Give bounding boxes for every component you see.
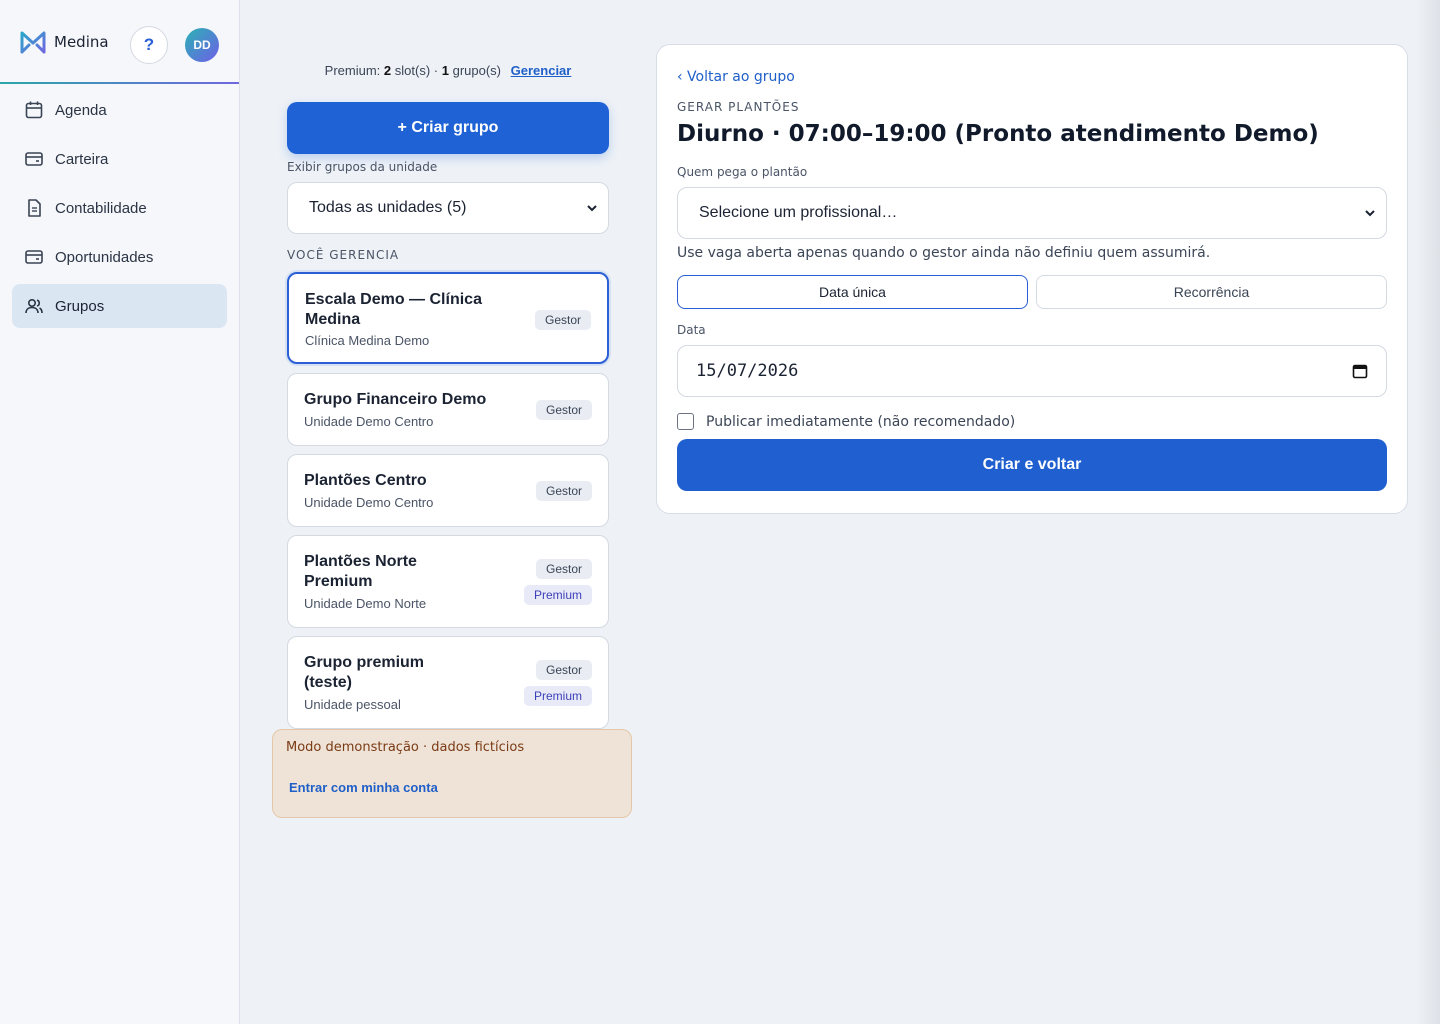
group-card[interactable]: Plantões Centro Unidade Demo Centro Gest… [287, 454, 609, 527]
group-subtitle: Unidade Demo Norte [304, 596, 427, 611]
create-and-return-button[interactable]: Criar e voltar [677, 439, 1387, 491]
sidebar-item-carteira[interactable]: Carteira [12, 137, 227, 181]
generate-shifts-form: ‹ Voltar ao grupo GERAR PLANTÕES Diurno … [656, 44, 1408, 514]
back-to-group-link[interactable]: ‹ Voltar ao grupo [677, 69, 795, 85]
role-badge: Gestor [535, 481, 592, 501]
hint-text: Use vaga aberta apenas quando o gestor a… [677, 245, 1211, 261]
slots-count: 2 [383, 63, 392, 78]
manage-link[interactable]: Gerenciar [511, 63, 572, 78]
brand-name: Medina [54, 33, 109, 51]
slots-label: slot(s) · [394, 63, 439, 78]
group-subtitle: Unidade Demo Centro [304, 414, 434, 429]
group-title: Plantões Norte Premium [304, 553, 417, 590]
unit-filter-label: Exibir grupos da unidade [287, 160, 438, 174]
role-badge: Gestor [535, 559, 592, 579]
sidebar-item-label: Carteira [55, 150, 109, 168]
sidebar-item-agenda[interactable]: Agenda [12, 88, 227, 132]
sidebar-item-label: Grupos [55, 297, 105, 315]
document-icon [28, 199, 41, 217]
section-title: VOCÊ GERENCIA [287, 248, 400, 262]
calendar-icon [25, 101, 43, 119]
professional-select[interactable]: Selecione um profissional… [677, 187, 1387, 239]
calendar-icon[interactable] [1352, 363, 1368, 379]
date-value: 15/07/2026 [696, 361, 799, 381]
avatar[interactable]: DD [185, 28, 219, 62]
premium-prefix: Premium: [324, 63, 381, 78]
premium-badge: Premium [523, 686, 592, 706]
demo-notice: Modo demonstração · dados fictícios Entr… [272, 729, 632, 818]
sidebar-item-label: Agenda [55, 101, 107, 119]
date-input[interactable]: 15/07/2026 [677, 345, 1387, 397]
premium-summary: Premium: 2 slot(s) · 1 grupo(s) Gerencia… [287, 63, 609, 78]
role-badge: Gestor [534, 310, 591, 330]
publish-row: Publicar imediatamente (não recomendado) [677, 413, 1015, 430]
professional-label: Quem pega o plantão [677, 165, 808, 179]
group-card[interactable]: Grupo Financeiro Demo Unidade Demo Centr… [287, 373, 609, 446]
sidebar-header: Medina ? DD [0, 0, 239, 84]
sidebar-nav: Agenda Carteira Contabilidade Oportunida… [0, 88, 239, 328]
scroll-shadow [1416, 0, 1440, 1024]
chevron-down-icon [1365, 210, 1375, 217]
group-subtitle: Unidade pessoal [304, 697, 401, 712]
group-card[interactable]: Escala Demo — Clínica Medina Clínica Med… [287, 272, 609, 364]
wallet-icon [25, 152, 43, 166]
publish-label: Publicar imediatamente (não recomendado) [706, 413, 1016, 430]
group-title: Plantões Centro [304, 472, 427, 489]
card-icon [25, 250, 43, 264]
publish-checkbox[interactable] [677, 413, 694, 430]
login-link[interactable]: Entrar com minha conta [289, 780, 438, 795]
mode-recurrence-tab[interactable]: Recorrência [1036, 275, 1387, 309]
group-title: Grupo Financeiro Demo [304, 391, 487, 408]
group-card[interactable]: Plantões Norte Premium Unidade Demo Nort… [287, 535, 609, 628]
role-badge: Gestor [535, 660, 592, 680]
sidebar-item-contabilidade[interactable]: Contabilidade [12, 186, 227, 230]
group-subtitle: Unidade Demo Centro [304, 495, 434, 510]
group-title: Grupo premium (teste) [304, 654, 425, 691]
create-group-button[interactable]: + Criar grupo [287, 102, 609, 154]
users-icon [25, 298, 43, 314]
premium-badge: Premium [523, 585, 592, 605]
sidebar-item-grupos[interactable]: Grupos [12, 284, 227, 328]
form-eyebrow: GERAR PLANTÕES [677, 100, 800, 114]
help-button[interactable]: ? [130, 26, 168, 64]
page-title: Diurno · 07:00–19:00 (Pronto atendimento… [677, 121, 1319, 147]
mode-single-date-tab[interactable]: Data única [677, 275, 1028, 309]
unit-filter-value: Todas as unidades (5) [309, 199, 467, 216]
demo-notice-text: Modo demonstração · dados fictícios [286, 740, 525, 755]
group-title: Escala Demo — Clínica Medina [305, 291, 482, 328]
sidebar-item-label: Oportunidades [55, 248, 154, 266]
sidebar: Medina ? DD Agenda Carteira Contabilidad… [0, 0, 240, 1024]
unit-filter-select[interactable]: Todas as unidades (5) [287, 182, 609, 234]
date-label: Data [677, 323, 706, 337]
groups-count: 1 [441, 63, 449, 78]
sidebar-item-oportunidades[interactable]: Oportunidades [12, 235, 227, 279]
group-subtitle: Clínica Medina Demo [305, 333, 430, 348]
groups-label: grupo(s) [452, 63, 502, 78]
medina-logo-icon[interactable] [19, 28, 47, 56]
group-card[interactable]: Grupo premium (teste) Unidade pessoal Ge… [287, 636, 609, 729]
professional-select-value: Selecione um profissional… [699, 204, 898, 221]
role-badge: Gestor [535, 400, 592, 420]
chevron-down-icon [587, 205, 597, 212]
sidebar-item-label: Contabilidade [55, 199, 147, 217]
